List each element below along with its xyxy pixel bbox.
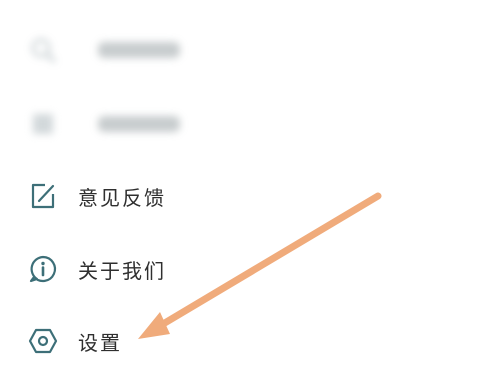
feedback-edit-icon (28, 181, 58, 211)
settings-hexagon-icon (28, 326, 58, 356)
menu-item-blurred-2[interactable] (28, 104, 180, 144)
side-menu: 意见反馈 关于我们 设置 (0, 0, 499, 380)
menu-item-label: 设置 (78, 330, 122, 355)
menu-item-label: 意见反馈 (78, 185, 166, 210)
info-icon (28, 254, 58, 284)
menu-item-about-us[interactable]: 关于我们 (28, 249, 166, 289)
menu-item-settings[interactable]: 设置 (28, 321, 122, 361)
menu-item-label: 关于我们 (78, 258, 166, 283)
help-center-icon (28, 109, 58, 139)
menu-item-feedback[interactable]: 意见反馈 (28, 176, 166, 216)
menu-item-blurred-1[interactable] (28, 30, 180, 70)
blurred-label-placeholder (98, 116, 180, 132)
search-icon (28, 35, 58, 65)
blurred-label-placeholder (98, 42, 180, 58)
